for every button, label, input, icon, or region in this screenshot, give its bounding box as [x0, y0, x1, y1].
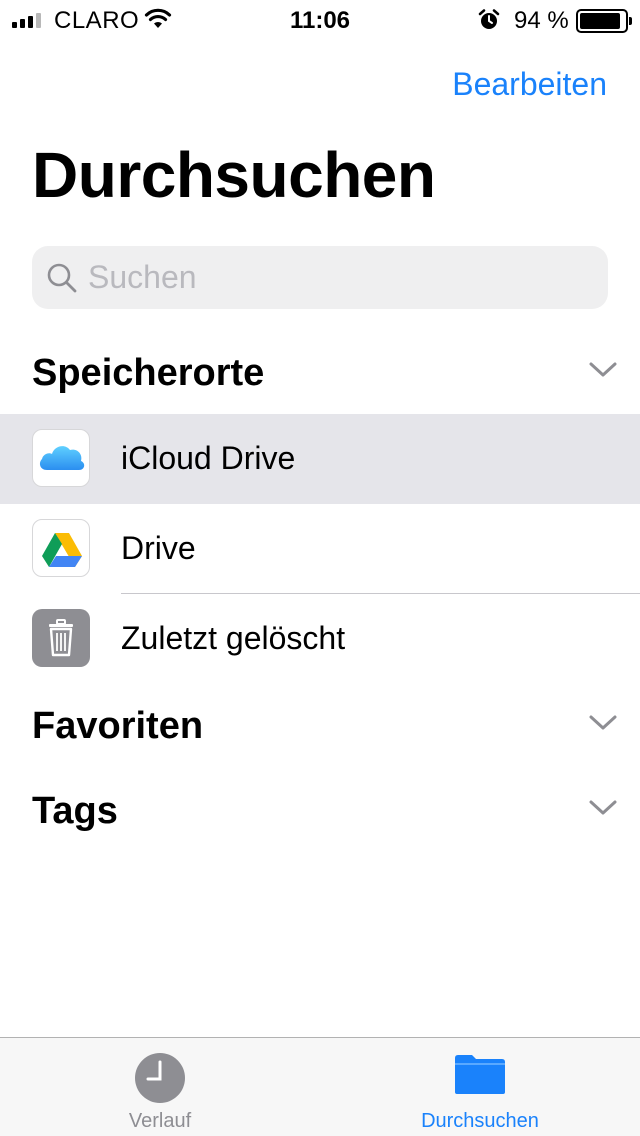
page-title: Durchsuchen [32, 139, 436, 211]
battery-percentage: 94 % [514, 7, 569, 34]
chevron-down-icon[interactable] [588, 713, 618, 733]
section-title-favorites: Favoriten [32, 705, 204, 747]
battery-icon [576, 9, 632, 33]
clock-icon [135, 1053, 185, 1103]
trash-icon [32, 609, 90, 667]
search-icon [47, 263, 77, 293]
edit-button[interactable]: Bearbeiten [452, 66, 607, 103]
tab-bar: Verlauf Durchsuchen [0, 1037, 640, 1136]
tab-recents[interactable]: Verlauf [0, 1038, 320, 1136]
google-drive-icon [32, 519, 90, 577]
tab-browse[interactable]: Durchsuchen [320, 1038, 640, 1136]
status-bar: CLARO 11:06 94 % [0, 0, 640, 40]
location-item-drive[interactable]: Drive [0, 504, 640, 594]
location-item-recently-deleted[interactable]: Zuletzt gelöscht [0, 594, 640, 684]
icloud-icon [32, 429, 90, 487]
folder-icon [455, 1055, 505, 1094]
section-header-locations[interactable]: Speicherorte [0, 342, 640, 402]
section-header-favorites[interactable]: Favoriten [0, 695, 640, 755]
search-input[interactable] [88, 246, 598, 309]
chevron-down-icon[interactable] [588, 360, 618, 380]
alarm-icon [478, 9, 500, 29]
tab-label-browse: Durchsuchen [421, 1110, 539, 1132]
section-title-locations: Speicherorte [32, 352, 265, 394]
search-bar[interactable] [32, 246, 608, 309]
location-label: iCloud Drive [121, 440, 296, 476]
location-label: Zuletzt gelöscht [121, 620, 346, 656]
tab-label-recents: Verlauf [128, 1110, 192, 1132]
section-title-tags: Tags [32, 790, 118, 832]
section-header-tags[interactable]: Tags [0, 780, 640, 840]
location-label: Drive [121, 530, 196, 566]
chevron-down-icon[interactable] [588, 798, 618, 818]
location-item-icloud-drive[interactable]: iCloud Drive [0, 414, 640, 504]
